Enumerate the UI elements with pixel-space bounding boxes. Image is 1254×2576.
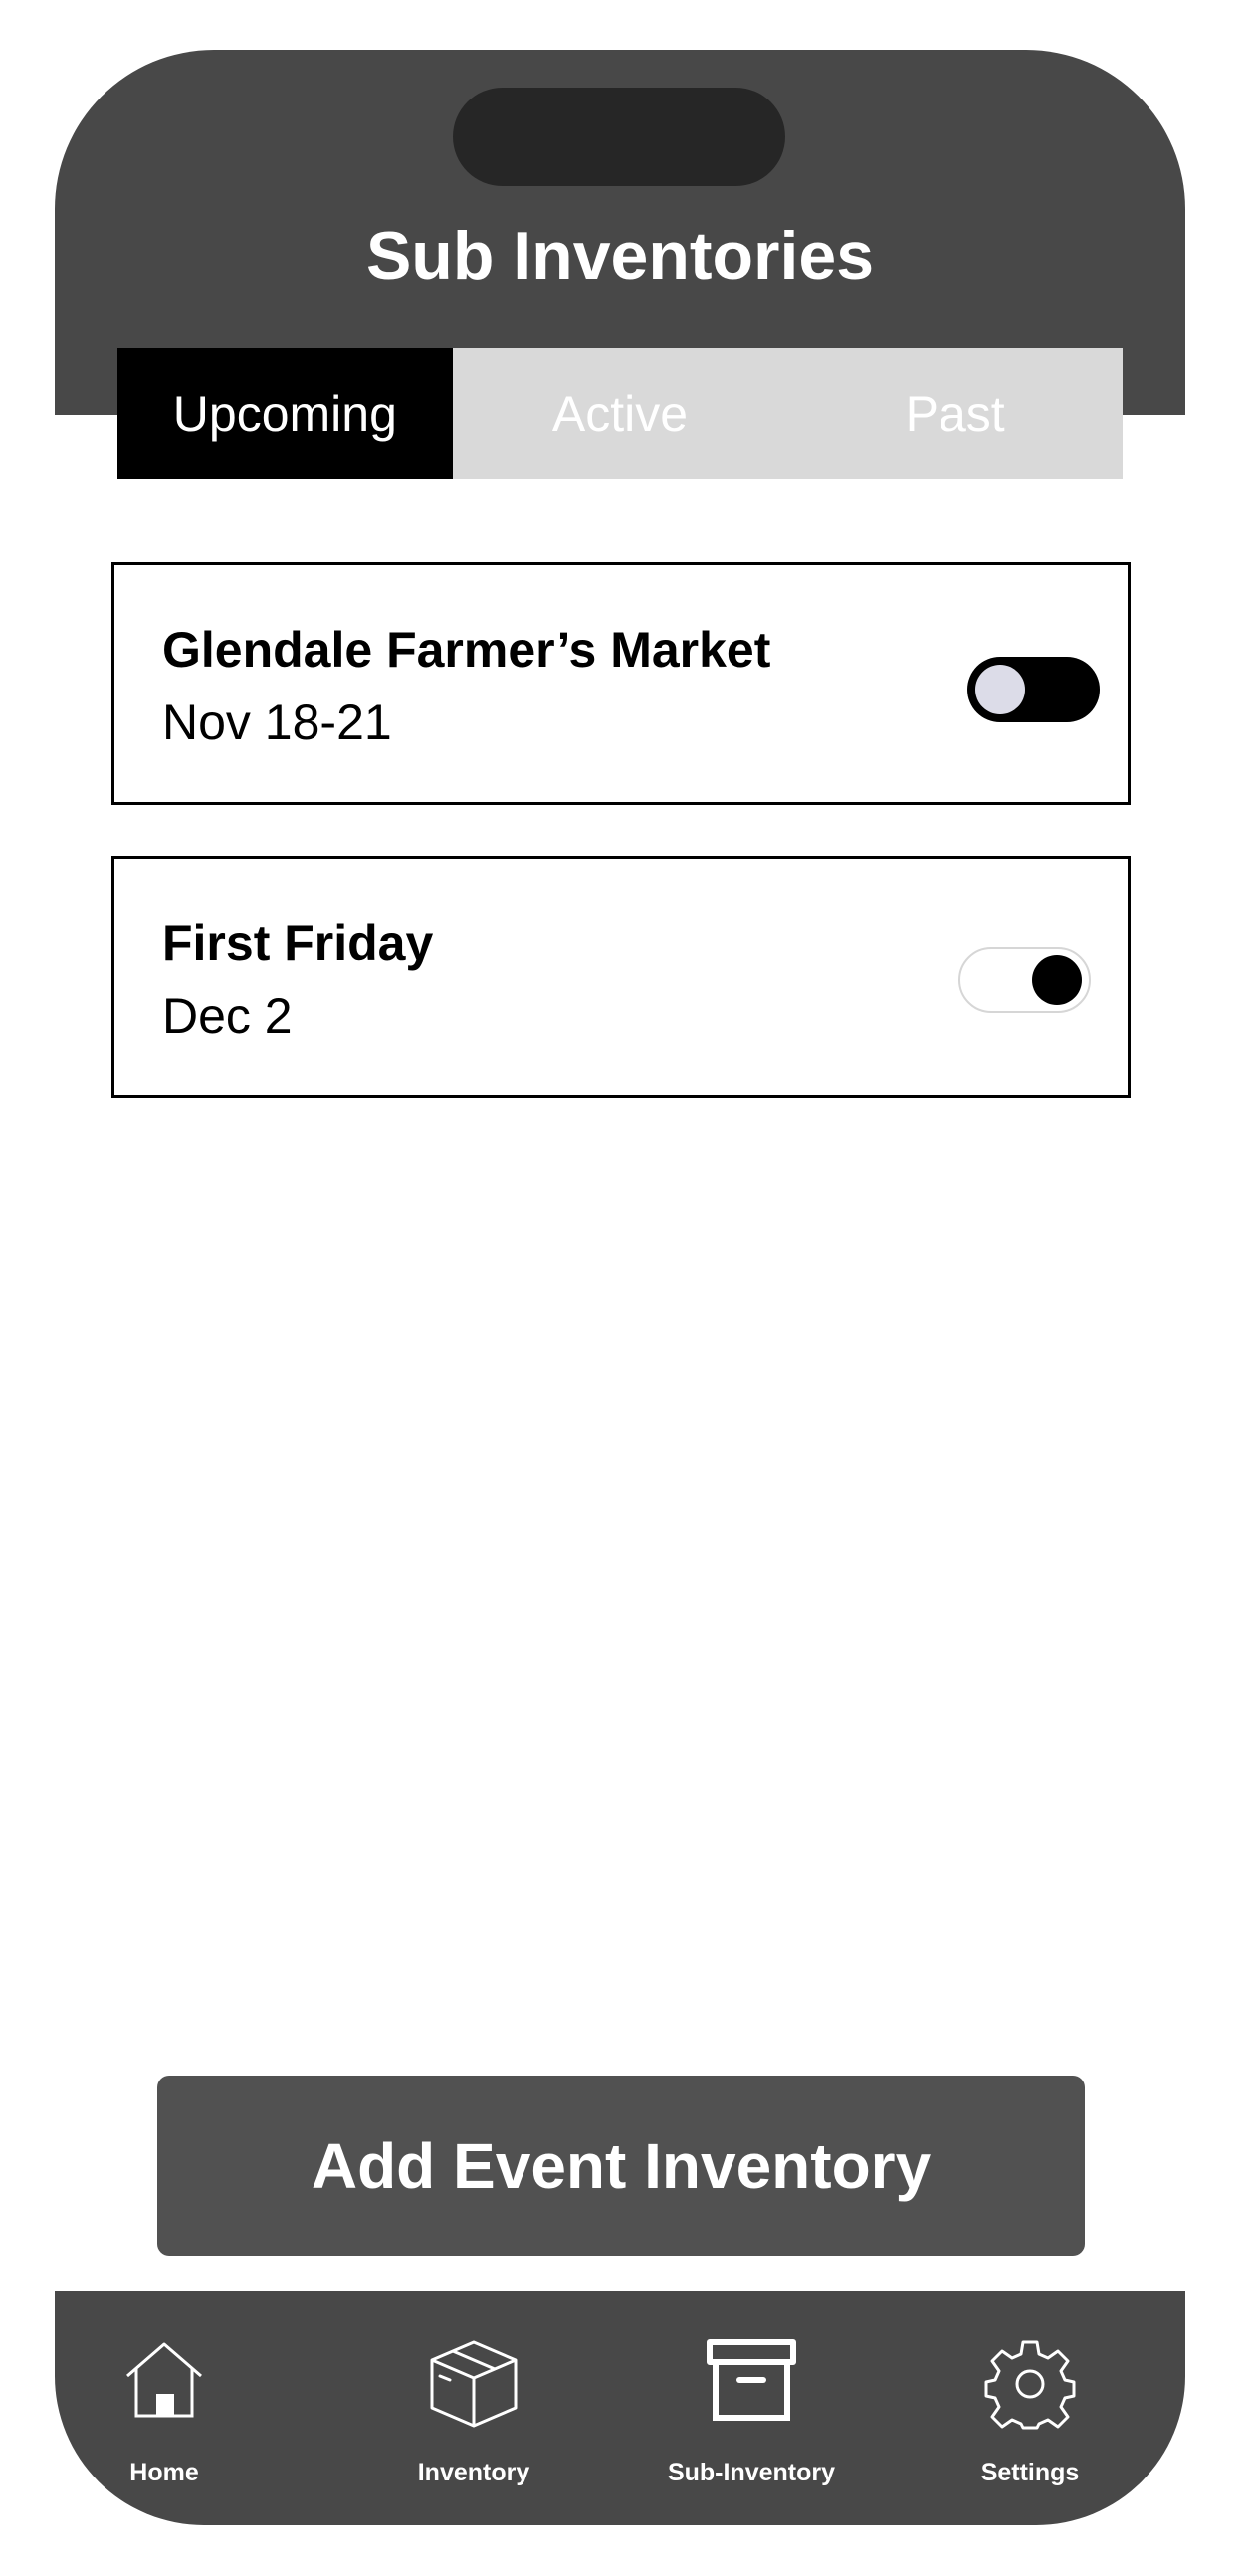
event-toggle[interactable]	[958, 947, 1091, 1013]
tab-past[interactable]: Past	[787, 348, 1123, 479]
event-name: First Friday	[162, 915, 434, 971]
toggle-knob	[1032, 955, 1082, 1005]
gear-icon	[984, 2340, 1076, 2430]
toggle-knob	[975, 665, 1025, 714]
event-card[interactable]: First Friday Dec 2	[111, 856, 1131, 1098]
nav-label: Settings	[980, 2459, 1080, 2486]
nav-label: Home	[129, 2459, 199, 2486]
home-icon	[126, 2342, 202, 2418]
segmented-tabs: Upcoming Active Past	[117, 348, 1123, 479]
nav-home[interactable]: Home	[55, 2291, 274, 2525]
event-date: Nov 18-21	[162, 694, 392, 750]
bottom-nav: Home Inventory Sub-Inventory Settings	[55, 2291, 1185, 2525]
nav-sub-inventory[interactable]: Sub-Inventory	[642, 2291, 861, 2525]
nav-inventory[interactable]: Inventory	[364, 2291, 583, 2525]
archive-icon	[707, 2339, 796, 2421]
tab-active[interactable]: Active	[453, 348, 788, 479]
add-event-inventory-button[interactable]: Add Event Inventory	[157, 2076, 1085, 2256]
page-title: Sub Inventories	[365, 218, 875, 294]
tab-upcoming[interactable]: Upcoming	[117, 348, 453, 479]
nav-label: Inventory	[417, 2459, 530, 2486]
event-toggle[interactable]	[967, 657, 1100, 722]
nav-label: Sub-Inventory	[667, 2459, 836, 2486]
dynamic-island	[453, 88, 785, 186]
box-icon	[430, 2340, 518, 2428]
event-card[interactable]: Glendale Farmer’s Market Nov 18-21	[111, 562, 1131, 805]
event-date: Dec 2	[162, 988, 293, 1044]
event-name: Glendale Farmer’s Market	[162, 622, 771, 678]
nav-settings[interactable]: Settings	[921, 2291, 1140, 2525]
